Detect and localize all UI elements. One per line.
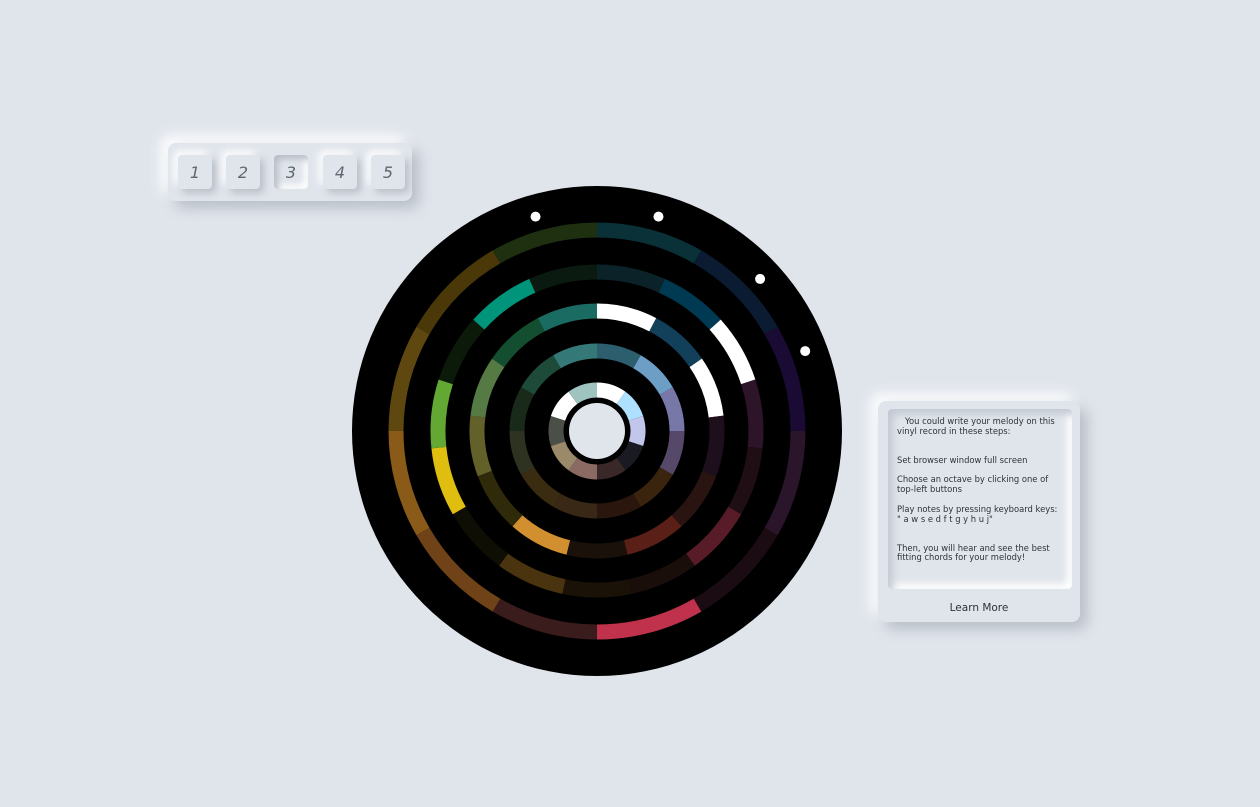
note-marker [755, 273, 766, 284]
ring-segment [568, 382, 598, 405]
octave-button-1[interactable]: 1 [178, 155, 212, 189]
ring-segment [548, 416, 566, 446]
vinyl-center-hole [569, 403, 625, 459]
ring-segment [596, 382, 626, 405]
ring-segment [469, 415, 492, 477]
ring-segment [568, 457, 598, 480]
octave-button-4[interactable]: 4 [323, 155, 357, 189]
note-marker [653, 211, 664, 222]
note-marker [800, 346, 811, 357]
octave-button-3[interactable]: 3 [274, 155, 308, 189]
ring-segment [741, 379, 764, 449]
octave-button-5[interactable]: 5 [371, 155, 405, 189]
ring-segment [596, 457, 626, 480]
learn-more-link[interactable]: Learn More [878, 602, 1080, 614]
instruction-step: Then, you will hear and see the best fit… [897, 542, 1050, 563]
ring-segment [566, 540, 628, 559]
note-marker [530, 211, 541, 222]
instruction-step: Set browser window full screen [897, 454, 1028, 465]
instruction-step: Choose an octave by clicking one of top-… [897, 474, 1049, 495]
vinyl-record [352, 186, 842, 676]
octave-button-2[interactable]: 2 [226, 155, 260, 189]
ring-segment [562, 579, 632, 598]
instructions-panel: You could write your melody on this viny… [888, 409, 1072, 589]
ring-segment [628, 416, 646, 446]
instructions-intro: You could write your melody on this viny… [897, 416, 1055, 436]
ring-segment [430, 379, 453, 449]
ring-segment [702, 415, 725, 477]
instruction-step: Play notes by pressing keyboard keys: " … [897, 503, 1058, 524]
instructions-card: You could write your melody on this viny… [878, 401, 1080, 622]
